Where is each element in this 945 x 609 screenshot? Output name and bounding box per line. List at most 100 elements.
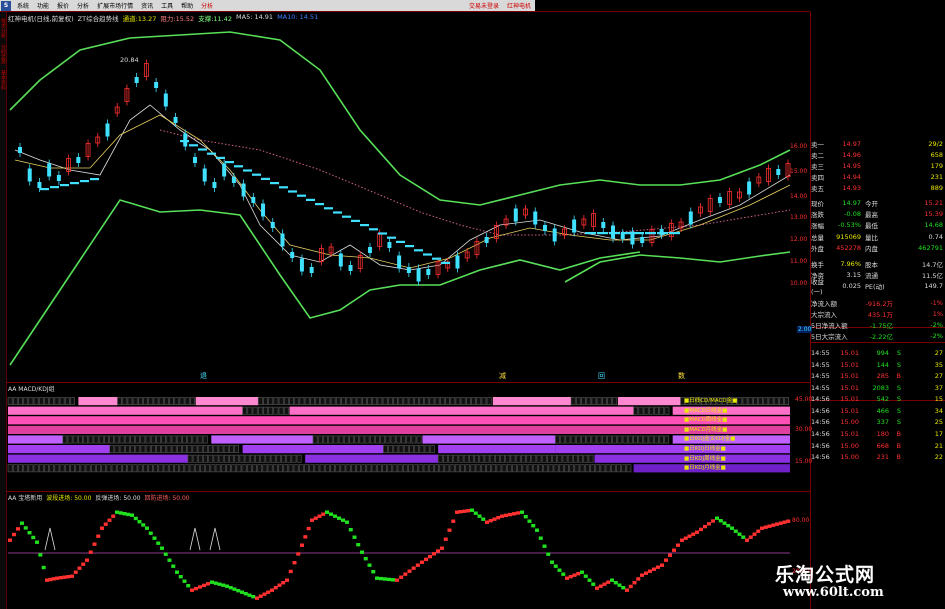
pagoda-step bbox=[527, 519, 532, 523]
signal-bar-off bbox=[343, 435, 349, 444]
pagoda-panel[interactable] bbox=[8, 508, 791, 600]
pagoda-step bbox=[741, 535, 746, 539]
pagoda-step bbox=[591, 582, 596, 586]
signal-bar-off bbox=[184, 397, 190, 405]
signal-bar-off bbox=[595, 464, 601, 473]
pagoda-step bbox=[652, 567, 656, 571]
tick-row: 14:56 15.00 231 B 22 bbox=[811, 451, 945, 463]
trend-step bbox=[597, 232, 608, 235]
pagoda-step bbox=[553, 564, 558, 568]
signal-bar-off bbox=[189, 397, 195, 405]
pagoda-step bbox=[683, 536, 688, 540]
fund-flow-row: 净流入额 -916.2万 -1% bbox=[811, 298, 943, 308]
signal-bar-off bbox=[184, 464, 190, 473]
pagoda-step bbox=[470, 508, 474, 512]
signal-bar-off bbox=[33, 397, 39, 405]
candle-body-down bbox=[299, 258, 304, 272]
signal-bar-off bbox=[208, 445, 213, 453]
signal-bar-off bbox=[148, 397, 154, 405]
signal-bar-off bbox=[465, 397, 471, 405]
signal-bar-off bbox=[182, 445, 187, 453]
signal-bar-off bbox=[388, 445, 394, 453]
stat-row: 现价 14.97 今开 15.21 bbox=[811, 198, 943, 208]
signal-bar-off bbox=[163, 464, 169, 473]
pagoda-step bbox=[583, 574, 588, 578]
tick-side: B bbox=[896, 453, 901, 462]
signal-bar-off bbox=[247, 406, 253, 415]
signal-bar-off bbox=[484, 454, 490, 463]
signal-bar-off bbox=[330, 464, 335, 473]
pagoda-step bbox=[691, 532, 696, 536]
candle-body-down bbox=[222, 163, 227, 177]
trend-step bbox=[621, 232, 632, 235]
signal-bar-off bbox=[161, 435, 167, 444]
candle-body-down bbox=[338, 253, 343, 267]
pagoda-step bbox=[296, 552, 301, 556]
signal-bar-off bbox=[486, 464, 491, 473]
signal-bar-off bbox=[600, 464, 606, 473]
signal-bar-off bbox=[101, 464, 107, 473]
ind1-axis-label: 15.00 bbox=[795, 458, 813, 465]
signal-bar-on bbox=[8, 454, 188, 463]
macd-kdj-panel[interactable] bbox=[7, 397, 790, 473]
signal-bar-off bbox=[376, 464, 382, 473]
signal-bar-off bbox=[612, 435, 618, 444]
signal-bar-off bbox=[558, 464, 564, 473]
signal-bar-off bbox=[648, 435, 654, 444]
signal-bar-off bbox=[361, 464, 367, 473]
signal-bar-off bbox=[49, 397, 55, 405]
signal-bar-off bbox=[455, 397, 461, 405]
trend-step bbox=[585, 232, 596, 235]
signal-bar-off bbox=[119, 445, 125, 453]
pagoda-step bbox=[550, 560, 554, 564]
candlestick-chart[interactable] bbox=[9, 31, 791, 366]
trend-step bbox=[80, 180, 89, 183]
signal-bar-off bbox=[758, 397, 764, 405]
trend-step bbox=[189, 144, 198, 147]
signal-bar-off bbox=[419, 445, 425, 453]
tick-volume: 994 bbox=[876, 348, 889, 357]
signal-bar-off bbox=[252, 464, 257, 473]
signal-bar-off bbox=[296, 454, 302, 463]
trend-step bbox=[234, 165, 243, 168]
indicator2-name[interactable]: AA 宝塔新用 bbox=[8, 493, 42, 502]
candle-body-down bbox=[280, 233, 285, 247]
signal-bar-off bbox=[442, 454, 448, 463]
pagoda-step bbox=[194, 586, 198, 591]
pagoda-step bbox=[23, 526, 28, 530]
signal-bar-off bbox=[166, 445, 172, 453]
fund-flow-row: 5日大宗流入 -2.22亿 -2% bbox=[811, 331, 943, 341]
signal-bar-off bbox=[526, 454, 531, 463]
pagoda-step bbox=[85, 558, 89, 562]
trend-step bbox=[252, 173, 261, 176]
signal-bar-off bbox=[145, 435, 151, 444]
indicator1-header[interactable]: AA MACD/KDJ组 bbox=[8, 384, 55, 393]
tick-time: 14:56 bbox=[811, 395, 830, 404]
trend-step bbox=[645, 232, 656, 235]
pagoda-step bbox=[644, 571, 648, 575]
signal-bar-off bbox=[351, 397, 357, 405]
signal-bar-off bbox=[70, 464, 75, 473]
candle-body-down bbox=[601, 222, 606, 228]
pagoda-step bbox=[371, 570, 376, 574]
signal-bar-off bbox=[401, 435, 406, 444]
trend-step bbox=[405, 245, 414, 248]
signal-bar-off bbox=[341, 397, 346, 405]
pagoda-step bbox=[251, 595, 256, 599]
candle-body-down bbox=[367, 247, 372, 253]
tick-volume: 285 bbox=[876, 372, 889, 381]
signal-bar-off bbox=[260, 454, 266, 463]
signal-bar-off bbox=[560, 435, 566, 444]
signal-bar-off bbox=[109, 435, 115, 444]
trend-step bbox=[369, 228, 378, 231]
candle-body-down bbox=[202, 168, 207, 182]
pagoda-step bbox=[447, 528, 452, 532]
signal-bar-off bbox=[463, 454, 469, 463]
pagoda-step bbox=[496, 516, 501, 520]
tick-time: 14:56 bbox=[811, 453, 830, 462]
signal-bar-on bbox=[305, 454, 439, 463]
signal-bar-off bbox=[555, 435, 560, 444]
ind1-row-label: ■日KDJ日线金■ bbox=[684, 445, 726, 452]
signal-bar-off bbox=[54, 397, 60, 405]
tick-list[interactable]: 14:55 15.01 994 S 27 14:55 15.01 144 S 35 14:55 15.… bbox=[811, 347, 945, 463]
